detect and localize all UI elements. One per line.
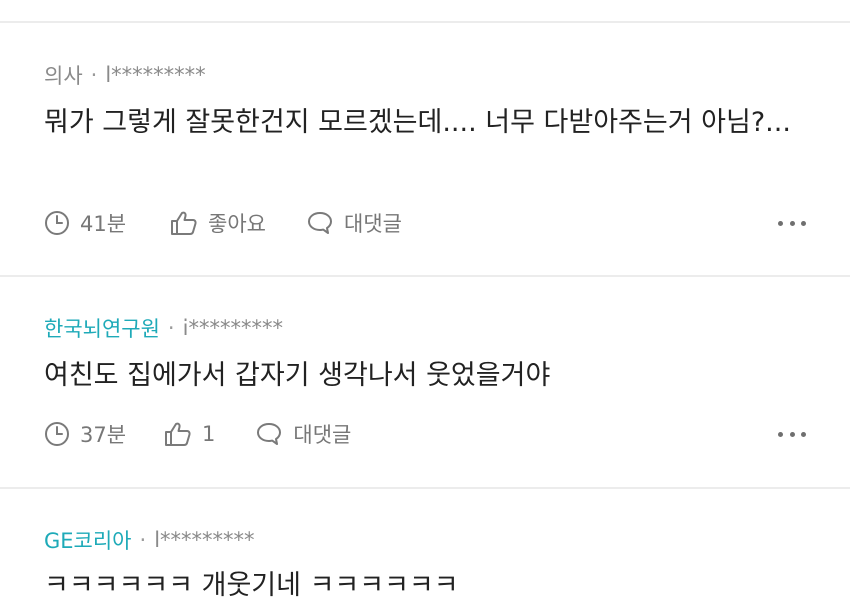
reply-button[interactable]: 대댓글	[306, 208, 402, 238]
comment-meta: 한국뇌연구원 · i*********	[44, 313, 283, 343]
meta-separator: ·	[90, 63, 98, 87]
comment-item: 의사 · l********* 뭐가 그렇게 잘못한건지 모르겠는데.... 너…	[0, 0, 850, 276]
user-id: l*********	[105, 63, 206, 87]
thumbs-up-icon	[164, 421, 192, 447]
like-button[interactable]: 1	[164, 421, 215, 447]
more-dots-icon[interactable]	[778, 219, 806, 227]
comment-list: 의사 · l********* 뭐가 그렇게 잘못한건지 모르겠는데.... 너…	[0, 0, 850, 600]
comment-meta: GE코리아 · l*********	[44, 525, 255, 555]
comment-actions: 41분 좋아요 대댓글	[44, 206, 806, 240]
dot	[789, 220, 795, 226]
comment-body: 뭐가 그렇게 잘못한건지 모르겠는데.... 너무 다받아주는거 아님?...	[44, 107, 791, 138]
comment-body: 여친도 집에가서 갑자기 생각나서 웃었을거야	[44, 360, 551, 391]
like-label: 좋아요	[208, 212, 267, 236]
dot	[778, 220, 783, 226]
time-meta: 37분	[44, 419, 126, 449]
dot	[801, 431, 806, 437]
more-dots-icon[interactable]	[778, 430, 806, 438]
author-name[interactable]: GE코리아	[44, 525, 132, 555]
comment-actions: 37분 1 대댓글	[44, 417, 806, 451]
author-name[interactable]: 한국뇌연구원	[44, 313, 160, 343]
dot	[789, 431, 795, 437]
author-name[interactable]: 의사	[44, 60, 83, 90]
clock-icon	[44, 421, 70, 447]
meta-separator: ·	[167, 316, 175, 340]
time-meta: 41분	[44, 208, 126, 238]
dot	[778, 431, 783, 437]
like-count: 1	[202, 422, 216, 446]
comment-item: GE코리아 · l********* ㅋㅋㅋㅋㅋㅋ 개웃기네 ㅋㅋㅋㅋㅋㅋ	[0, 488, 850, 600]
like-button[interactable]: 좋아요	[170, 208, 266, 238]
speech-bubble-icon	[306, 210, 334, 236]
comment-item: 한국뇌연구원 · i********* 여친도 집에가서 갑자기 생각나서 웃었…	[0, 276, 850, 488]
comment-body: ㅋㅋㅋㅋㅋㅋ 개웃기네 ㅋㅋㅋㅋㅋㅋ	[44, 570, 459, 600]
comment-meta: 의사 · l*********	[44, 60, 206, 90]
clock-icon	[44, 210, 70, 236]
time-label: 41분	[80, 212, 127, 236]
speech-bubble-icon	[255, 421, 283, 447]
user-id: l*********	[154, 528, 255, 552]
user-id: i*********	[182, 316, 283, 340]
reply-button[interactable]: 대댓글	[255, 419, 351, 449]
meta-separator: ·	[139, 528, 147, 552]
dot	[801, 220, 806, 226]
reply-label: 대댓글	[344, 212, 402, 236]
reply-label: 대댓글	[293, 423, 352, 447]
time-label: 37분	[80, 423, 127, 447]
thumbs-up-icon	[170, 210, 198, 236]
